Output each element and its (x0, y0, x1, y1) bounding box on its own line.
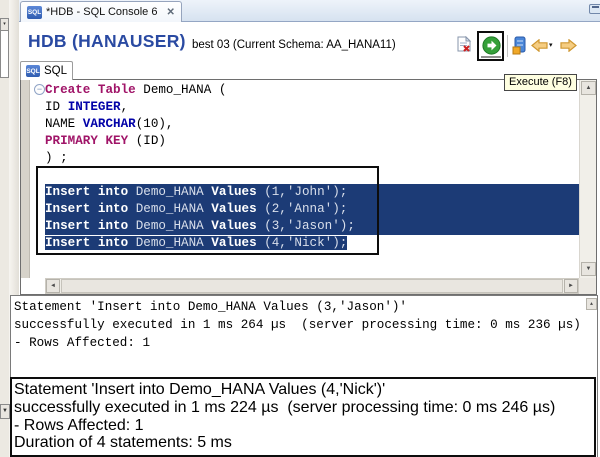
results-scroll-up-icon[interactable]: ▲ (586, 298, 597, 310)
code-line[interactable]: NAME VARCHAR(10), (45, 116, 579, 133)
tab-sql-console[interactable]: SQL *HDB - SQL Console 6 ✕ (20, 1, 182, 22)
code-line[interactable] (45, 167, 579, 184)
scroll-left-icon[interactable]: ◄ (46, 279, 60, 293)
code-line[interactable]: ) ; (45, 150, 579, 167)
scrollbar-corner (579, 278, 596, 294)
sql-icon: SQL (26, 65, 40, 77)
scrollbar-thumb[interactable] (61, 279, 563, 293)
tab-title: *HDB - SQL Console 6 (46, 6, 158, 18)
left-pane-scroll-button[interactable]: ▾ (0, 18, 9, 31)
result-line: successfully executed in 1 ms 264 µs (se… (14, 317, 581, 332)
sql-console-window: ▾ ▼ SQL *HDB - SQL Console 6 ✕ HDB (HANA… (0, 0, 600, 457)
code-area[interactable]: Create Table Demo_HANA (ID INTEGER, NAME … (45, 82, 579, 252)
code-line[interactable]: PRIMARY KEY (ID) (45, 133, 579, 150)
forward-icon[interactable] (560, 39, 577, 52)
sql-file-icon: SQL (27, 5, 42, 19)
tab-sql[interactable]: SQL SQL (20, 61, 74, 80)
scroll-up-icon[interactable]: ▲ (581, 81, 596, 95)
editor-horizontal-scrollbar[interactable]: ◄ ► (45, 278, 579, 294)
scroll-down-icon[interactable]: ▼ (581, 262, 596, 276)
execute-underline (481, 56, 501, 58)
fold-collapse-icon[interactable]: − (34, 84, 45, 95)
tab-sql-label: SQL (44, 65, 68, 77)
result-line: - Rows Affected: 1 (14, 335, 151, 350)
code-line[interactable]: Insert into Demo_HANA Values (2,'Anna'); (45, 201, 579, 218)
code-line[interactable]: Insert into Demo_HANA Values (4,'Nick'); (45, 235, 579, 252)
console-header: HDB (HANAUSER) best 03 (Current Schema: … (19, 22, 600, 60)
results-log[interactable]: Statement 'Insert into Demo_HANA Values … (10, 295, 598, 457)
close-icon[interactable]: ✕ (166, 7, 174, 18)
code-line[interactable]: Insert into Demo_HANA Values (1,'John'); (45, 184, 579, 201)
result-block: Statement 'Insert into Demo_HANA Values … (14, 299, 581, 352)
connection-schema: best 03 (Current Schema: AA_HANA11) (192, 39, 396, 51)
code-line[interactable]: Create Table Demo_HANA ( (45, 82, 579, 99)
back-dropdown-icon[interactable]: ▾ (549, 41, 553, 49)
connection-title: HDB (HANAUSER) (28, 31, 186, 51)
clear-statement-icon[interactable] (456, 36, 472, 53)
editor-gutter (21, 80, 30, 278)
commit-icon[interactable] (512, 36, 527, 55)
editor-vertical-scrollbar[interactable]: ▲ ▼ (579, 80, 596, 278)
tooltip-execute: Execute (F8) (504, 74, 577, 91)
execute-icon[interactable] (482, 36, 501, 55)
toolbar-separator (507, 35, 508, 57)
result-line: Statement 'Insert into Demo_HANA Values … (14, 300, 407, 314)
back-icon[interactable] (531, 39, 548, 52)
left-pane-scroll-down-icon[interactable]: ▼ (0, 404, 10, 419)
scroll-right-icon[interactable]: ► (564, 279, 578, 293)
minimize-view-icon[interactable] (589, 4, 600, 14)
editor-tab-bar: SQL *HDB - SQL Console 6 ✕ (19, 0, 600, 22)
sql-editor[interactable]: − Create Table Demo_HANA (ID INTEGER, NAM… (20, 79, 597, 295)
code-line[interactable]: ID INTEGER, (45, 99, 579, 116)
code-line[interactable]: Insert into Demo_HANA Values (3,'Jason')… (45, 218, 579, 235)
